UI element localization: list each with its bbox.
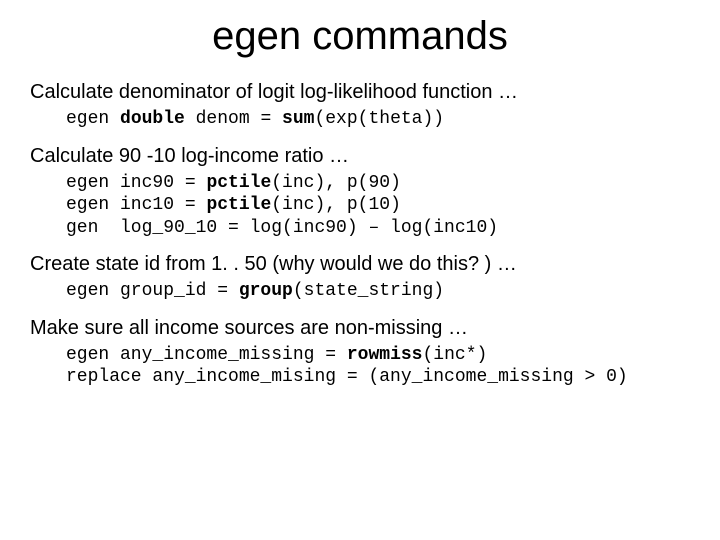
section-code: egen inc90 = pctile(inc), p(90) egen inc… xyxy=(66,172,690,240)
section-2: Calculate 90 -10 log-income ratio … egen… xyxy=(30,145,690,240)
section-3: Create state id from 1. . 50 (why would … xyxy=(30,253,690,303)
slide: egen commands Calculate denominator of l… xyxy=(0,0,720,540)
section-desc: Create state id from 1. . 50 (why would … xyxy=(30,253,690,276)
section-desc: Calculate 90 -10 log-income ratio … xyxy=(30,145,690,168)
section-desc: Make sure all income sources are non-mis… xyxy=(30,317,690,340)
section-code: egen group_id = group(state_string) xyxy=(66,280,690,303)
section-code: egen any_income_missing = rowmiss(inc*) … xyxy=(66,344,690,389)
section-code: egen double denom = sum(exp(theta)) xyxy=(66,108,690,131)
slide-title: egen commands xyxy=(30,14,690,59)
section-1: Calculate denominator of logit log-likel… xyxy=(30,81,690,131)
section-4: Make sure all income sources are non-mis… xyxy=(30,317,690,389)
section-desc: Calculate denominator of logit log-likel… xyxy=(30,81,690,104)
